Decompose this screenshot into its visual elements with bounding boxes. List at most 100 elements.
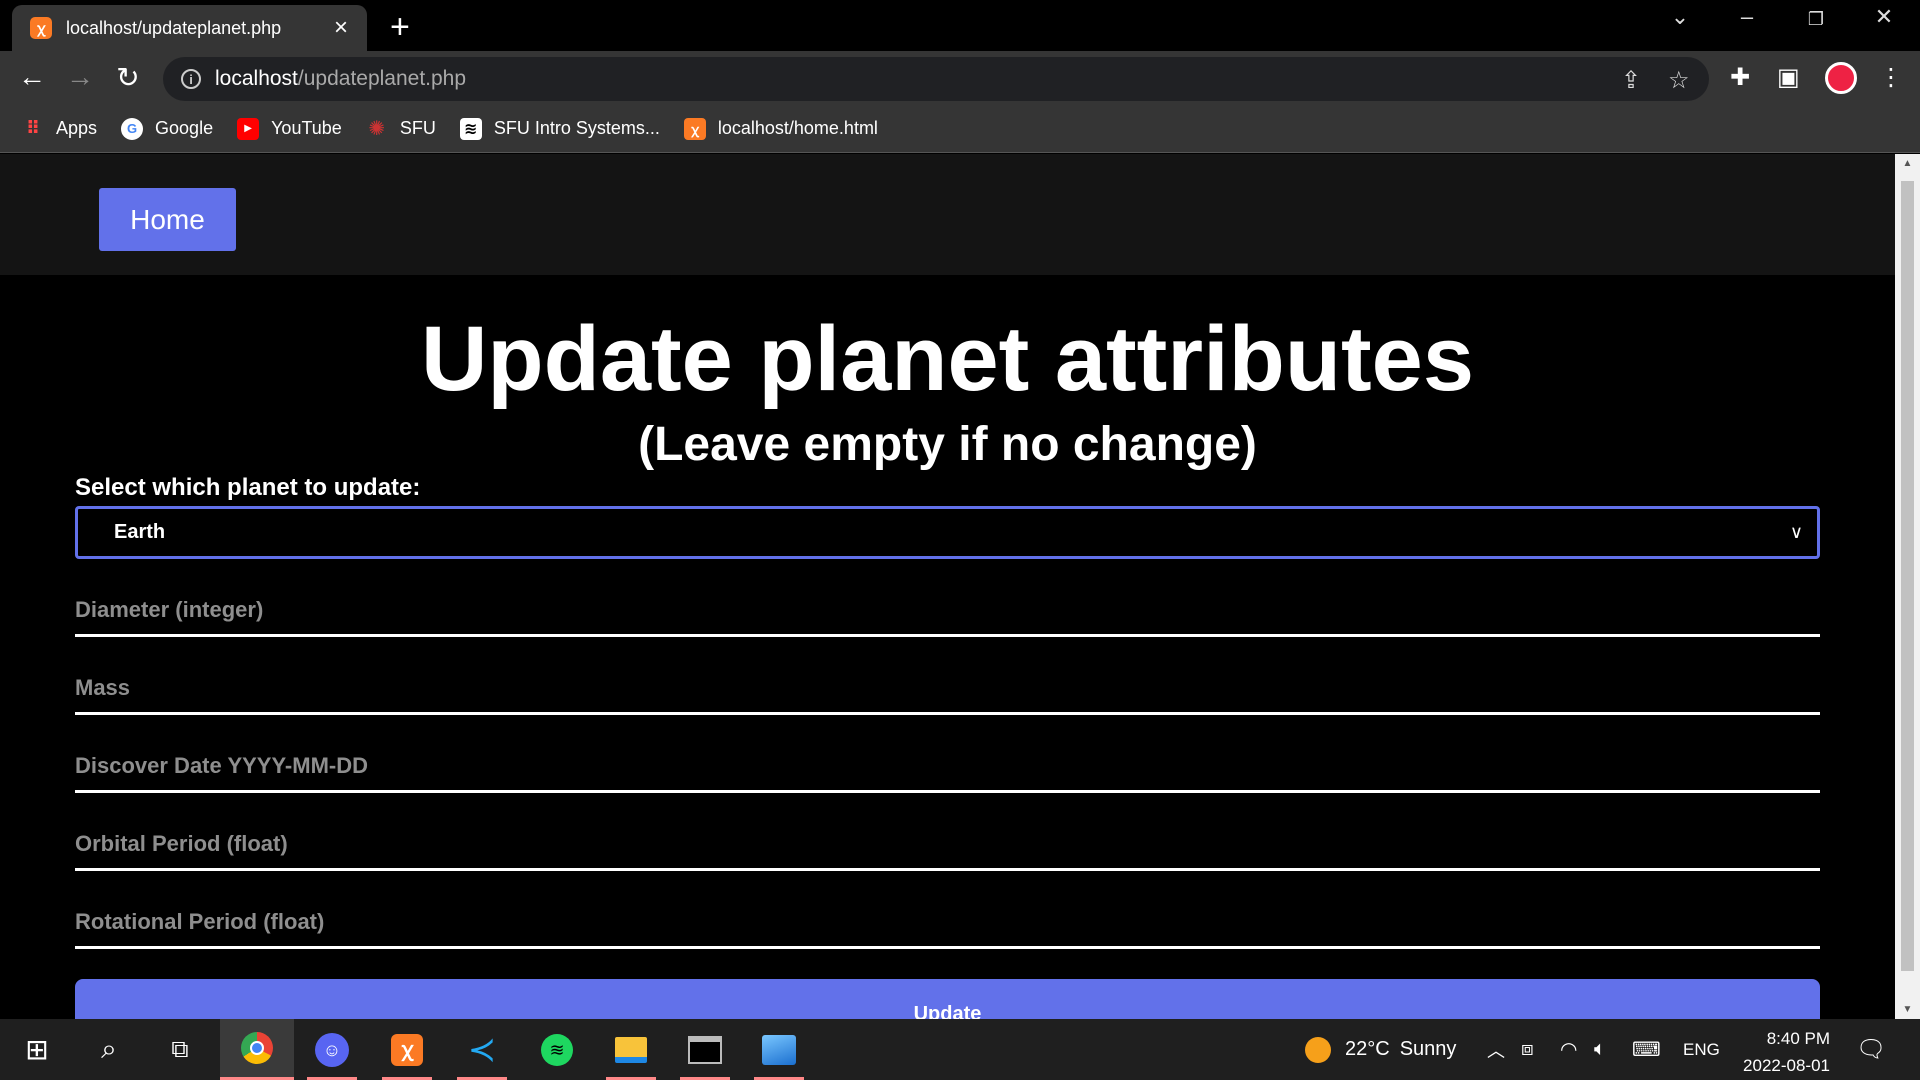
minimize-icon[interactable]: –: [1727, 4, 1767, 30]
system-clock[interactable]: 8:40 PM 2022-08-01: [1730, 1025, 1830, 1079]
bookmark-label: localhost/home.html: [717, 118, 878, 138]
search-icon[interactable]: ⌕: [72, 1019, 146, 1080]
chrome-icon: [241, 1032, 273, 1064]
close-tab-icon[interactable]: ×: [329, 14, 353, 42]
clock-time: 8:40 PM: [1766, 1029, 1830, 1048]
vscode-taskbar-icon[interactable]: ≺: [445, 1019, 519, 1080]
new-tab-button[interactable]: +: [390, 8, 410, 47]
chrome-taskbar-icon[interactable]: [220, 1019, 294, 1080]
youtube-icon: ▶: [237, 117, 260, 140]
chevron-down-icon: ∨: [1789, 522, 1803, 542]
notifications-icon[interactable]: 🗨︎: [1856, 1019, 1886, 1080]
bookmark-star-icon[interactable]: ☆: [1668, 66, 1690, 95]
tray-overflow-icon[interactable]: ︿: [1487, 1019, 1505, 1080]
scroll-down-icon[interactable]: ▼: [1895, 1004, 1920, 1015]
site-navbar: Home: [0, 154, 1895, 275]
planet-select-label: Select which planet to update:: [75, 474, 421, 501]
bookmark-label: Apps: [56, 118, 98, 138]
windows-taskbar: ⊞ ⌕ ⧉ ☺ ꭓ ≺ ≋ 22°C Sunny ︿ ⧈ ◠ 🔈︎ ⌨ ENG …: [0, 1019, 1920, 1080]
rotational-period-input[interactable]: [75, 909, 1820, 935]
apps-grid-icon: ⠿: [25, 118, 41, 138]
mass-input[interactable]: [75, 675, 1820, 701]
windows-start-icon[interactable]: ⊞: [0, 1019, 74, 1080]
forward-icon[interactable]: →: [62, 61, 98, 93]
bookmark-label: SFU Intro Systems...: [493, 118, 660, 138]
keyboard-icon[interactable]: ⌨: [1632, 1019, 1661, 1080]
weather-temp: 22°C: [1345, 1038, 1390, 1060]
language-indicator[interactable]: ENG: [1683, 1019, 1720, 1080]
side-panel-icon[interactable]: ▣: [1777, 63, 1800, 92]
weather-widget[interactable]: 22°C Sunny: [1305, 1019, 1456, 1080]
folder-icon: [615, 1036, 647, 1063]
terminal-taskbar-icon[interactable]: [668, 1019, 742, 1080]
tab-search-icon[interactable]: ⌄: [1660, 4, 1700, 30]
page-title: Update planet attributes: [420, 308, 1474, 410]
xampp-icon: ꭓ: [30, 17, 52, 39]
page-scrollbar[interactable]: ▲ ▼: [1895, 154, 1920, 1019]
spotify-taskbar-icon[interactable]: ≋: [520, 1019, 594, 1080]
bookmark-google[interactable]: G Google: [121, 117, 214, 140]
bookmark-localhost-home[interactable]: ꭓ localhost/home.html: [683, 117, 878, 140]
terminal-icon: [688, 1035, 722, 1064]
discover-date-input[interactable]: [75, 753, 1820, 779]
site-info-icon[interactable]: i: [181, 69, 201, 89]
home-button[interactable]: Home: [99, 188, 236, 251]
page-subtitle: (Leave empty if no change): [638, 418, 1257, 471]
discord-taskbar-icon[interactable]: ☺: [295, 1019, 369, 1080]
meet-now-icon[interactable]: ⧈: [1521, 1019, 1534, 1080]
spotify-icon: ≋: [541, 1033, 573, 1066]
extensions-icon[interactable]: ✚: [1730, 63, 1750, 92]
bookmark-apps[interactable]: ⠿ Apps: [22, 118, 97, 140]
sun-icon: [1305, 1036, 1331, 1063]
xampp-icon: ꭓ: [391, 1033, 423, 1066]
bookmark-sfu[interactable]: ✺ SFU: [366, 118, 436, 140]
bookmarks-bar: ⠿ Apps G Google ▶ YouTube ✺ SFU ≋ SFU In…: [0, 105, 1920, 153]
diameter-field-wrap: [75, 586, 1820, 637]
file-explorer-taskbar-icon[interactable]: [594, 1019, 668, 1080]
browser-toolbar: ← → ↻ i localhost/updateplanet.php ⇪ ☆ ✚…: [0, 51, 1920, 105]
address-bar[interactable]: i localhost/updateplanet.php ⇪ ☆: [163, 57, 1709, 101]
discover-date-field-wrap: [75, 742, 1820, 793]
vscode-icon: ≺: [467, 1030, 497, 1069]
orbital-period-field-wrap: [75, 820, 1820, 871]
diameter-input[interactable]: [75, 597, 1820, 623]
orbital-period-input[interactable]: [75, 831, 1820, 857]
page-content: Home Update planet attributes (Leave emp…: [0, 154, 1895, 1019]
bookmark-label: SFU: [399, 118, 436, 138]
tab-title: localhost/updateplanet.php: [66, 17, 282, 38]
photos-icon: [762, 1034, 796, 1065]
back-icon[interactable]: ←: [14, 61, 50, 93]
close-window-icon[interactable]: ✕: [1864, 4, 1904, 30]
bookmark-label: Google: [155, 118, 214, 138]
xampp-icon: ꭓ: [683, 117, 706, 140]
profile-avatar[interactable]: [1825, 62, 1857, 94]
xampp-taskbar-icon[interactable]: ꭓ: [370, 1019, 444, 1080]
browser-tab[interactable]: ꭓ localhost/updateplanet.php ×: [12, 5, 367, 51]
weather-text: Sunny: [1399, 1038, 1457, 1060]
volume-icon[interactable]: 🔈︎: [1594, 1019, 1606, 1080]
menu-kebab-icon[interactable]: ⋮: [1879, 63, 1903, 92]
photos-taskbar-icon[interactable]: [742, 1019, 816, 1080]
rotational-period-field-wrap: [75, 898, 1820, 949]
url-text: localhost/updateplanet.php: [215, 67, 467, 90]
reload-icon[interactable]: ↻: [110, 61, 146, 94]
bookmark-label: YouTube: [271, 118, 342, 138]
update-planet-form: Select which planet to update: Earth ∨: [75, 474, 1820, 949]
bookmark-sfu-intro[interactable]: ≋ SFU Intro Systems...: [459, 117, 660, 140]
sfu-intro-icon: ≋: [459, 117, 482, 140]
google-icon: G: [121, 117, 144, 140]
restore-icon[interactable]: ❐: [1796, 9, 1836, 30]
task-view-icon[interactable]: ⧉: [143, 1019, 217, 1080]
scroll-up-icon[interactable]: ▲: [1895, 158, 1920, 169]
tab-strip: ꭓ localhost/updateplanet.php × + ⌄ – ❐ ✕: [0, 0, 1920, 51]
update-button[interactable]: Update: [75, 979, 1820, 1019]
mass-field-wrap: [75, 664, 1820, 715]
discord-icon: ☺: [315, 1032, 349, 1067]
wifi-icon[interactable]: ◠: [1560, 1019, 1577, 1080]
scrollbar-thumb[interactable]: [1901, 181, 1914, 971]
planet-select-value: Earth: [114, 521, 166, 543]
clock-date: 2022-08-01: [1743, 1056, 1830, 1075]
bookmark-youtube[interactable]: ▶ YouTube: [237, 117, 342, 140]
planet-select[interactable]: Earth ∨: [75, 506, 1820, 559]
share-icon[interactable]: ⇪: [1621, 66, 1641, 95]
